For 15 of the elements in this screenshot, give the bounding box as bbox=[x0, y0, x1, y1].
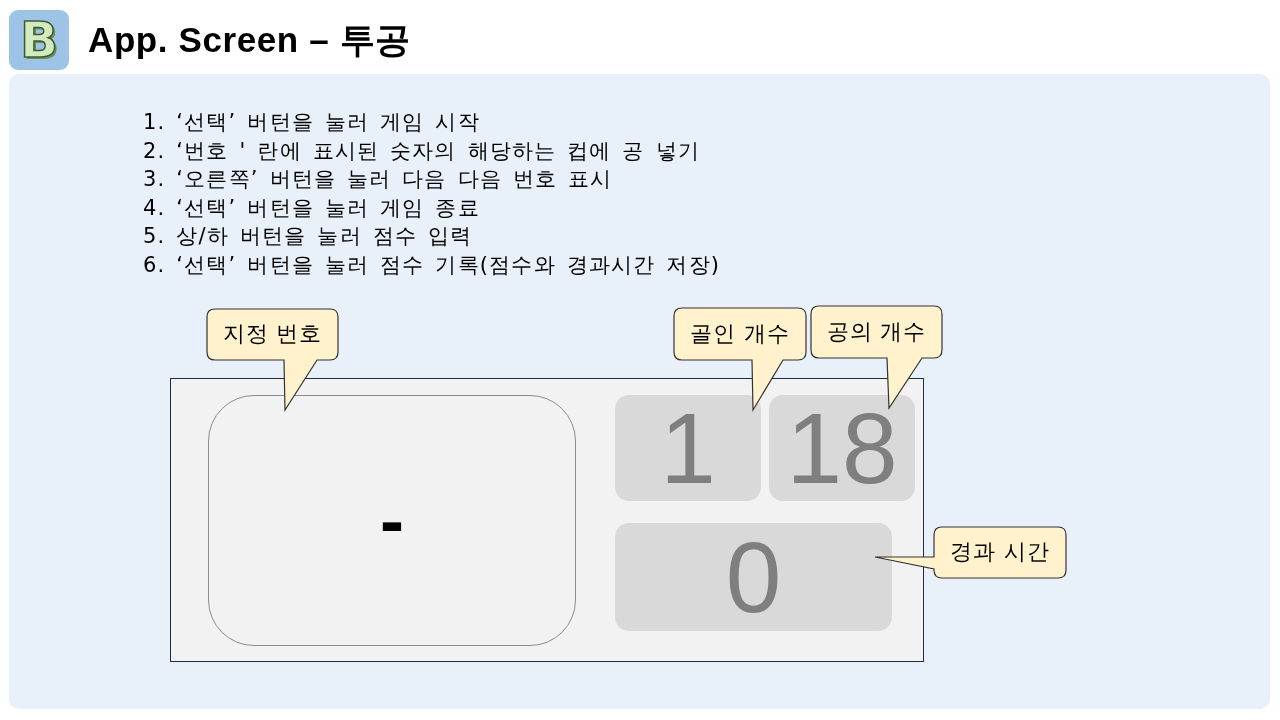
callout-label: 지정 번호 bbox=[222, 321, 323, 348]
goal-count-display: 1 bbox=[615, 394, 761, 501]
callout-label: 경과 시간 bbox=[950, 539, 1050, 566]
elapsed-time-display: 0 bbox=[615, 522, 892, 631]
instruction-step: 4. ‘선택’ 버턴을 눌러 게임 종료 bbox=[143, 193, 480, 223]
page-title: App. Screen – 투공 bbox=[88, 18, 411, 61]
instruction-step: 3. ‘오른쪽’ 버턴을 눌러 다음 다음 번호 표시 bbox=[143, 165, 613, 194]
instruction-step: 2. ‘번호 ' 란에 표시된 숫자의 해당하는 컵에 공 넣기 bbox=[143, 136, 700, 166]
instruction-step: 5. 상/하 버턴을 눌러 점수 입력 bbox=[143, 222, 473, 251]
callout-label: 공의 개수 bbox=[826, 318, 927, 346]
instruction-step: 6. ‘선택’ 버턴을 눌러 점수 기록(점수와 경과시간 저장) bbox=[143, 250, 721, 280]
instruction-step: 1. ‘선택’ 버턴을 눌러 게임 시작 bbox=[143, 108, 480, 137]
ball-count-display: 18 bbox=[769, 394, 915, 501]
callout-label: 골인 개수 bbox=[690, 320, 790, 348]
logo-badge: B bbox=[9, 10, 69, 70]
